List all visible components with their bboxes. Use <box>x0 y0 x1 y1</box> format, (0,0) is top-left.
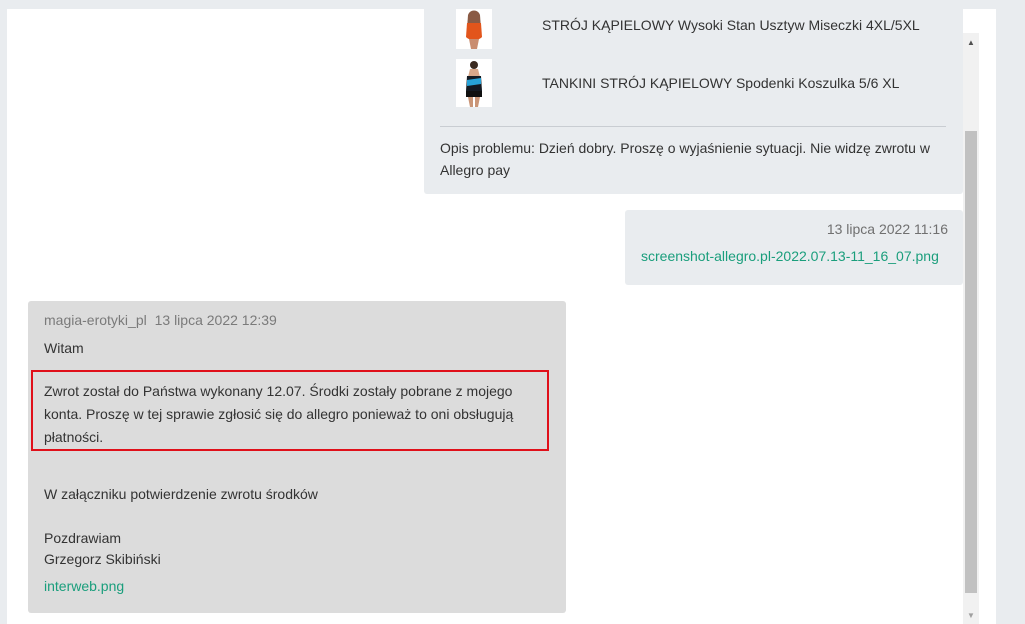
divider <box>440 126 946 127</box>
message-author: magia-erotyki_pl <box>44 312 147 328</box>
buyer-attachment-message: 13 lipca 2022 11:16 screenshot-allegro.p… <box>625 210 963 285</box>
scrollbar-thumb[interactable] <box>965 131 977 593</box>
vertical-scrollbar[interactable]: ▲ ▼ <box>963 33 979 624</box>
closing-phrase: Pozdrawiam <box>44 530 122 546</box>
attachment-link[interactable]: screenshot-allegro.pl-2022.07.13-11_16_0… <box>641 248 939 264</box>
message-meta: magia-erotyki_pl 13 lipca 2022 12:39 <box>44 312 277 328</box>
swimsuit-orange-thumbnail-icon <box>456 9 492 49</box>
attachment-link[interactable]: interweb.png <box>44 578 124 594</box>
problem-description: Opis problemu: Dzień dobry. Proszę o wyj… <box>440 140 930 178</box>
scroll-up-arrow-icon[interactable]: ▲ <box>963 33 979 51</box>
tankini-blue-thumbnail-icon <box>456 59 492 107</box>
buyer-message: STRÓJ KĄPIELOWY Wysoki Stan Usztyw Misec… <box>424 9 963 194</box>
seller-message: magia-erotyki_pl 13 lipca 2022 12:39 Wit… <box>28 301 566 613</box>
message-date: 13 lipca 2022 12:39 <box>154 312 277 328</box>
product-name[interactable]: TANKINI STRÓJ KĄPIELOWY Spodenki Koszulk… <box>542 75 899 91</box>
scroll-down-arrow-icon[interactable]: ▼ <box>963 606 979 624</box>
message-thread[interactable]: STRÓJ KĄPIELOWY Wysoki Stan Usztyw Misec… <box>7 9 963 624</box>
product-name[interactable]: STRÓJ KĄPIELOWY Wysoki Stan Usztyw Misec… <box>542 17 920 33</box>
message-date: 13 lipca 2022 11:16 <box>826 221 948 237</box>
signature: Grzegorz Skibiński <box>44 551 161 567</box>
product-item[interactable]: TANKINI STRÓJ KĄPIELOWY Spodenki Koszulk… <box>456 57 936 109</box>
message-greeting: Witam <box>44 340 84 356</box>
attachment-note: W załączniku potwierdzenie zwrotu środkó… <box>44 486 318 502</box>
message-panel: STRÓJ KĄPIELOWY Wysoki Stan Usztyw Misec… <box>7 9 996 624</box>
product-item[interactable]: STRÓJ KĄPIELOWY Wysoki Stan Usztyw Misec… <box>456 9 936 51</box>
message-closing: Pozdrawiam Grzegorz Skibiński <box>44 528 161 570</box>
highlighted-refund-statement: Zwrot został do Państwa wykonany 12.07. … <box>31 370 549 451</box>
